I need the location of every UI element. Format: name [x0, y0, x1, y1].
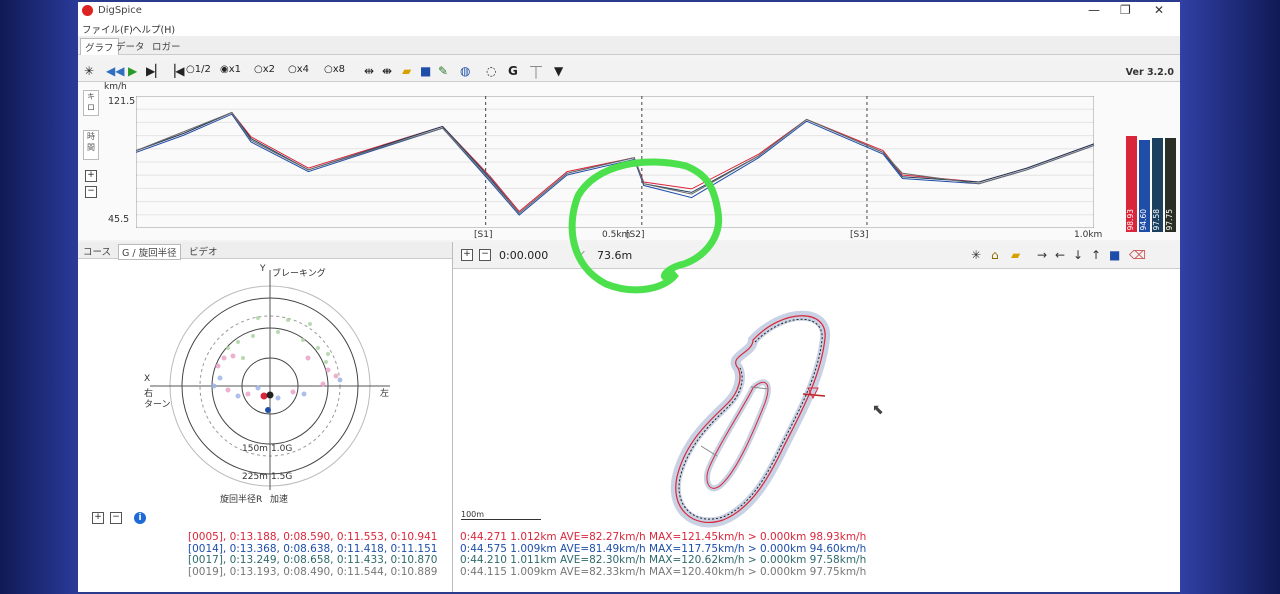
arrow-up-icon[interactable]: ↑ — [1091, 248, 1101, 262]
speed-x8-option[interactable]: ○x8 — [324, 64, 345, 75]
turn-radius-label: 旋回半径R — [220, 495, 263, 505]
zoom-in-horizontal-icon[interactable]: ⇹ — [364, 64, 374, 78]
arrow-down-icon[interactable]: ↓ — [1073, 248, 1083, 262]
lap-summary-row[interactable]: 0:44.271 1.012km AVE=82.27km/h MAX=121.4… — [460, 531, 866, 544]
settings-icon[interactable]: ✳ — [84, 64, 94, 78]
left-label: 左 — [380, 389, 390, 399]
green-highlight-annotation — [568, 158, 723, 294]
current-time: 0:00.000 — [499, 249, 549, 262]
app-logo-icon — [82, 5, 93, 16]
g-1-0-label: 1.0G — [271, 444, 293, 454]
sector-s3-label: [S3] — [850, 230, 869, 240]
track-zoom-in-icon[interactable]: + — [461, 249, 473, 261]
monitor-bezel-left — [0, 0, 78, 594]
turn-label: ターン — [144, 400, 171, 410]
radius-150-label: 150m — [242, 444, 268, 454]
save-icon[interactable]: ■ — [420, 64, 431, 78]
dropdown-icon[interactable]: ▼ — [554, 64, 563, 78]
radius-225-label: 225m — [242, 472, 268, 482]
speed-bar: 97.75 — [1165, 138, 1176, 232]
circle-icon[interactable]: ◌ — [486, 64, 496, 78]
track-settings-icon[interactable]: ✳ — [971, 248, 981, 262]
close-button[interactable]: ✕ — [1154, 3, 1164, 17]
open-folder-icon[interactable]: ▰ — [402, 64, 411, 78]
playback-toolbar: ✳ ◀◀ ▶ ▶▏ ▕◀ ○1/2 ◉x1 ○x2 ○x4 ○x8 ⇹ ⇼ ▰ … — [78, 61, 1180, 82]
track-lock-icon[interactable]: ⌂ — [991, 248, 999, 262]
speed-bar: 98.93 — [1126, 136, 1137, 232]
track-map[interactable] — [453, 268, 1180, 568]
menu-bar: ファイル(F) ヘルプ(H) — [78, 20, 1180, 37]
step-back-icon[interactable]: ▕◀ — [166, 64, 184, 78]
window-title: DigSpice — [98, 5, 142, 16]
lap-sector-row[interactable]: [0017], 0:13.249, 0:08.658, 0:11.433, 0:… — [188, 554, 437, 567]
tab-logger[interactable]: ロガー — [148, 38, 185, 54]
tab-distance[interactable]: キロ — [83, 90, 99, 116]
chart-side-tools: キロ 時間 + − — [80, 86, 99, 236]
lap-sector-row[interactable]: [0005], 0:13.188, 0:08.590, 0:11.553, 0:… — [188, 531, 437, 544]
speed-x2-option[interactable]: ○x2 — [254, 64, 275, 75]
track-open-icon[interactable]: ▰ — [1011, 248, 1020, 262]
speed-x1-option[interactable]: ◉x1 — [220, 64, 241, 75]
track-toolbar: + − 0:00.000 ⟋ 73.6m ✳ ⌂ ▰ → ← ↓ ↑ ■ ⌫ — [453, 242, 1180, 269]
track-zoom-out-icon[interactable]: − — [479, 249, 491, 261]
lap-summary-row[interactable]: 0:44.210 1.011km AVE=82.30km/h MAX=120.6… — [460, 554, 866, 567]
lap-sector-row[interactable]: [0019], 0:13.193, 0:08.490, 0:11.544, 0:… — [188, 566, 437, 579]
tab-time[interactable]: 時間 — [83, 130, 99, 160]
arrow-left-icon[interactable]: ← — [1055, 248, 1065, 262]
speed-half-option[interactable]: ○1/2 — [186, 64, 211, 75]
arrow-right-icon[interactable]: → — [1037, 248, 1047, 262]
speed-x4-option[interactable]: ○x4 — [288, 64, 309, 75]
y-min-label: 45.5 — [108, 214, 130, 225]
title-bar: DigSpice — ❐ ✕ — [78, 2, 1180, 20]
globe-icon[interactable]: ◍ — [460, 64, 470, 78]
speed-bar: 97.58 — [1152, 138, 1163, 232]
track-save-icon[interactable]: ■ — [1109, 248, 1120, 262]
version-label: Ver 3.2.0 — [1125, 67, 1174, 78]
main-tabs: グラフ データ ロガー — [78, 36, 1180, 55]
acceleration-label: 加速 — [270, 495, 289, 505]
tools-icon[interactable]: ✎ — [438, 64, 448, 78]
sector-s1-label: [S1] — [474, 230, 493, 240]
map-scale: 100m — [461, 510, 541, 520]
g-zoom-in-icon[interactable]: + — [92, 512, 104, 524]
eraser-icon[interactable]: ⌫ — [1129, 248, 1146, 262]
marker-icon[interactable]: ⏉ — [530, 64, 542, 81]
zoom-out-horizontal-icon[interactable]: ⇼ — [382, 64, 392, 78]
g-zoom-out-icon[interactable]: − — [110, 512, 122, 524]
lap-summary-row[interactable]: 0:44.115 1.009km AVE=82.33km/h MAX=120.4… — [460, 566, 866, 579]
zoom-out-icon[interactable]: − — [85, 186, 97, 198]
rewind-icon[interactable]: ◀◀ — [106, 64, 124, 78]
minimize-button[interactable]: — — [1088, 3, 1100, 17]
y-max-label: 121.5 — [108, 96, 136, 107]
zoom-in-icon[interactable]: + — [85, 170, 97, 182]
g-1-5-label: 1.5G — [271, 472, 293, 482]
speed-unit: km/h — [104, 82, 127, 92]
lap-sector-list: [0005], 0:13.188, 0:08.590, 0:11.553, 0:… — [188, 531, 437, 579]
g-force-button[interactable]: G — [508, 64, 518, 78]
lap-summary-list: 0:44.271 1.012km AVE=82.27km/h MAX=121.4… — [460, 531, 866, 579]
play-icon[interactable]: ▶ — [128, 64, 137, 78]
tab-course[interactable]: コース — [80, 244, 114, 258]
y-axis-label: Y — [260, 264, 266, 274]
menu-file[interactable]: ファイル(F) — [82, 22, 133, 36]
menu-help[interactable]: ヘルプ(H) — [132, 22, 175, 36]
info-icon[interactable]: i — [134, 512, 146, 524]
g-panel-tabs: コース G / 旋回半径 ビデオ — [78, 242, 452, 260]
speed-bar: 94.60 — [1139, 140, 1150, 232]
tab-video[interactable]: ビデオ — [186, 244, 221, 258]
x-axis-label: X — [144, 374, 151, 384]
maximize-button[interactable]: ❐ — [1120, 3, 1131, 17]
step-forward-icon[interactable]: ▶▏ — [146, 64, 164, 78]
lap-speed-bars: 98.93 94.60 97.58 97.75 — [1124, 132, 1178, 232]
braking-label: ブレーキング — [272, 269, 326, 279]
tab-data[interactable]: データ — [112, 38, 149, 54]
monitor-bezel-right — [1180, 0, 1280, 594]
one-km-label: 1.0km — [1074, 230, 1103, 240]
mouse-cursor-icon: ⬉ — [872, 402, 884, 418]
